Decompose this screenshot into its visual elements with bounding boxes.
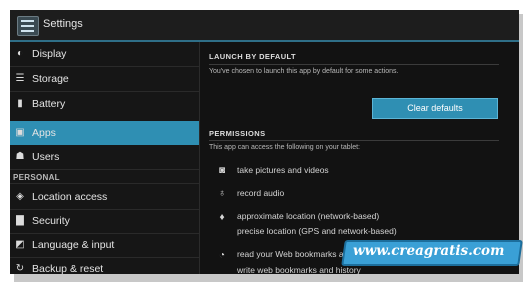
section-header-personal: PERSONAL [13,173,60,182]
permission-item: write web bookmarks and history [237,265,361,274]
permission-item: approximate location (network-based) [237,211,380,221]
sidebar-item-users[interactable]: ☗ Users [10,145,199,169]
sidebar-item-backup-reset[interactable]: ↻ Backup & reset [10,257,199,274]
microphone-icon: ♁ [218,188,226,199]
sidebar-item-label: Backup & reset [32,263,104,274]
sidebar-item-storage[interactable]: ☰ Storage [10,67,199,91]
sidebar-item-label: Security [32,215,70,227]
divider [209,140,499,141]
sidebar-item-label: Apps [32,127,56,139]
launch-default-description: You've chosen to launch this app by defa… [209,68,399,75]
watermark-text: www.creagratis.com [353,243,505,259]
permission-item: record audio [237,188,285,198]
settings-sidebar: ◐ Display ☰ Storage ▮ Battery ▣ Apps ☗ U… [10,42,199,274]
sidebar-item-label: Users [32,151,60,163]
storage-icon: ☰ [15,73,25,84]
launch-default-header: LAUNCH BY DEFAULT [209,52,296,61]
camera-icon: ◙ [218,165,226,176]
sidebar-item-label: Battery [32,98,66,110]
location-icon: ◈ [16,191,24,202]
backup-icon: ↻ [15,263,25,274]
tablet-screen: Settings ◐ Display ☰ Storage ▮ Battery ▣… [10,10,519,274]
action-bar: Settings [10,10,519,42]
sidebar-item-language-input[interactable]: ◩ Language & input [10,233,199,257]
sidebar-item-display[interactable]: ◐ Display [10,42,199,66]
display-icon: ◐ [16,48,24,59]
app-title: Settings [43,18,83,30]
lock-icon: ▇ [16,215,24,226]
divider [10,169,199,170]
sidebar-item-label: Storage [32,73,69,85]
permission-item: precise location (GPS and network-based) [237,226,397,236]
sidebar-item-label: Location access [32,191,108,203]
location-pin-icon: ♦ [219,212,225,223]
clear-defaults-button[interactable]: Clear defaults [372,98,498,119]
sidebar-item-label: Display [32,48,67,60]
permissions-description: This app can access the following on you… [209,144,360,151]
sidebar-item-security[interactable]: ▇ Security [10,209,199,233]
battery-icon: ▮ [17,98,23,109]
sidebar-item-apps[interactable]: ▣ Apps [10,121,199,145]
users-icon: ☗ [15,151,25,162]
divider [10,183,199,184]
language-icon: ◩ [15,239,25,250]
settings-icon[interactable] [17,16,39,36]
divider [209,64,499,65]
sidebar-item-location-access[interactable]: ◈ Location access [10,185,199,209]
apps-icon: ▣ [15,127,25,138]
sidebar-item-label: Language & input [32,239,115,251]
bookmark-history-icon: ◔ [218,250,226,261]
permission-item: take pictures and videos [237,165,329,175]
permissions-header: PERMISSIONS [209,129,266,138]
sidebar-item-battery[interactable]: ▮ Battery [10,92,199,116]
